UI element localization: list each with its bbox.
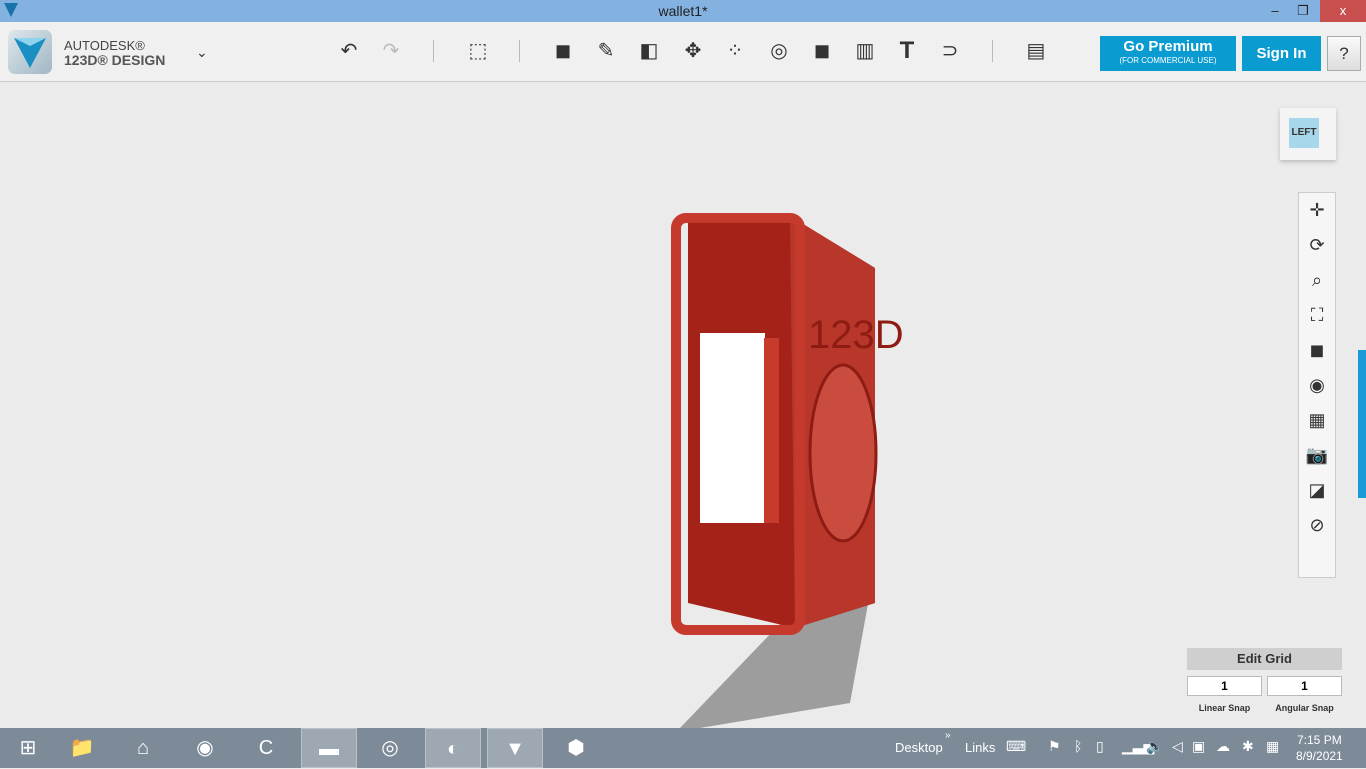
- close-button[interactable]: x: [1320, 0, 1366, 22]
- screenshot-icon[interactable]: 📷: [1299, 438, 1335, 473]
- redo-icon[interactable]: ↷: [376, 36, 406, 66]
- minimize-button[interactable]: –: [1260, 0, 1290, 22]
- app-icon[interactable]: ▬: [301, 728, 357, 768]
- model-post: [764, 338, 779, 523]
- go-premium-button[interactable]: Go Premium (FOR COMMERCIAL USE): [1100, 36, 1236, 71]
- links-toolbar[interactable]: Links: [965, 740, 995, 755]
- primitives-icon[interactable]: ◼: [548, 36, 578, 66]
- network-icon[interactable]: ▣: [1192, 738, 1205, 755]
- brand-line2: 123D® DESIGN: [64, 52, 166, 68]
- viewport[interactable]: 123D: [0, 83, 1366, 728]
- sketch-icon[interactable]: ✎: [591, 36, 621, 66]
- expand-icon[interactable]: »: [945, 730, 951, 741]
- modify-icon[interactable]: ✥: [678, 36, 708, 66]
- chrome-icon[interactable]: ◉: [177, 728, 233, 768]
- combine-icon[interactable]: ◼: [807, 36, 837, 66]
- battery-icon[interactable]: ▯: [1096, 738, 1104, 755]
- flag-icon[interactable]: ⚑: [1048, 738, 1061, 755]
- help-button[interactable]: ?: [1327, 36, 1361, 71]
- volume-icon[interactable]: 🔈: [1146, 738, 1163, 755]
- snap-icon[interactable]: ⊘: [1299, 508, 1335, 543]
- navigation-bar: ✛ ⟳ ⌕ ⛶ ◼ ◉ ▦ 📷 ◪ ⊘: [1298, 192, 1336, 578]
- meshmixer-icon[interactable]: ⬢: [548, 728, 604, 768]
- model-emboss-text: 123D: [808, 313, 904, 357]
- linear-snap-input[interactable]: 1: [1187, 676, 1262, 696]
- bluetooth-icon[interactable]: ᛒ: [1074, 738, 1082, 754]
- app-tray-icon[interactable]: ▦: [1266, 738, 1279, 755]
- time: 7:15 PM: [1297, 733, 1342, 747]
- edit-grid-panel: Edit Grid 1 1 Linear Snap Angular Snap: [1187, 648, 1342, 713]
- file-explorer-icon[interactable]: 📁: [54, 728, 110, 768]
- home-icon[interactable]: ⌂: [115, 728, 171, 768]
- grid-icon[interactable]: ▦: [1299, 403, 1335, 438]
- app-tray-icon[interactable]: ✱: [1242, 738, 1254, 755]
- brand: AUTODESK® 123D® DESIGN: [64, 38, 165, 68]
- text-icon[interactable]: T: [892, 36, 922, 66]
- premium-sublabel: (FOR COMMERCIAL USE): [1119, 56, 1217, 65]
- app-logo[interactable]: [8, 30, 52, 74]
- restore-button[interactable]: ❐: [1288, 0, 1318, 22]
- grouping-icon[interactable]: ◎: [764, 36, 794, 66]
- model-circle-cutout: [808, 363, 878, 543]
- materials-icon[interactable]: ▤: [1021, 36, 1051, 66]
- speaker-icon[interactable]: ◁: [1172, 738, 1183, 755]
- orbit-icon[interactable]: ⟳: [1299, 228, 1335, 263]
- keyboard-icon[interactable]: ⌨: [1006, 738, 1026, 755]
- taskbar: ⊞ 📁 ⌂ ◉ C ▬ ◎ ◐ ▼ ⬢ Desktop » Links ⌨ ⚑ …: [0, 728, 1366, 768]
- side-panel-toggle[interactable]: [1358, 350, 1366, 498]
- title-bar: wallet1* – ❐ x: [0, 0, 1366, 22]
- brand-line1: AUTODESK®: [64, 38, 145, 53]
- main-toolbar: AUTODESK® 123D® DESIGN ⌄ ↶ ↷ ⬚ ◼ ✎ ◧ ✥ ⁘ …: [0, 22, 1366, 82]
- view-cube[interactable]: LEFT: [1280, 108, 1336, 160]
- window-title: wallet1*: [658, 3, 708, 19]
- edge-icon[interactable]: ◐: [425, 728, 481, 768]
- angular-snap-input[interactable]: 1: [1267, 676, 1342, 696]
- transform-icon[interactable]: ⬚: [463, 36, 493, 66]
- c-app-icon[interactable]: C: [238, 728, 294, 768]
- date: 8/9/2021: [1296, 749, 1343, 763]
- material-icon[interactable]: ◪: [1299, 473, 1335, 508]
- snap-icon[interactable]: ⊃: [935, 36, 965, 66]
- measure-icon[interactable]: ▥: [850, 36, 880, 66]
- fit-icon[interactable]: ⛶: [1299, 298, 1335, 333]
- view-mode-icon[interactable]: ◼: [1299, 333, 1335, 368]
- edit-grid-button[interactable]: Edit Grid: [1187, 648, 1342, 670]
- desktop-toolbar[interactable]: Desktop: [895, 740, 943, 755]
- chevron-down-icon[interactable]: ⌄: [196, 44, 208, 61]
- model-opening: [700, 333, 765, 523]
- linear-snap-label: Linear Snap: [1198, 703, 1251, 713]
- divider: [433, 40, 434, 62]
- construct-icon[interactable]: ◧: [634, 36, 664, 66]
- pattern-icon[interactable]: ⁘: [720, 36, 750, 66]
- divider: [992, 40, 993, 62]
- visibility-icon[interactable]: ◉: [1299, 368, 1335, 403]
- onedrive-icon[interactable]: ☁: [1216, 738, 1230, 755]
- clock[interactable]: 7:15 PM 8/9/2021: [1296, 732, 1343, 764]
- app-icon[interactable]: ◎: [362, 728, 418, 768]
- windows-start-icon[interactable]: ⊞: [0, 728, 56, 768]
- app-icon: [4, 3, 18, 17]
- zoom-icon[interactable]: ⌕: [1299, 263, 1335, 298]
- view-cube-face[interactable]: LEFT: [1289, 118, 1319, 148]
- sign-in-button[interactable]: Sign In: [1242, 36, 1321, 71]
- undo-icon[interactable]: ↶: [334, 36, 364, 66]
- pan-icon[interactable]: ✛: [1299, 193, 1335, 228]
- angular-snap-label: Angular Snap: [1275, 703, 1334, 713]
- premium-label: Go Premium: [1123, 38, 1213, 55]
- divider: [519, 40, 520, 62]
- 123d-design-icon[interactable]: ▼: [487, 728, 543, 768]
